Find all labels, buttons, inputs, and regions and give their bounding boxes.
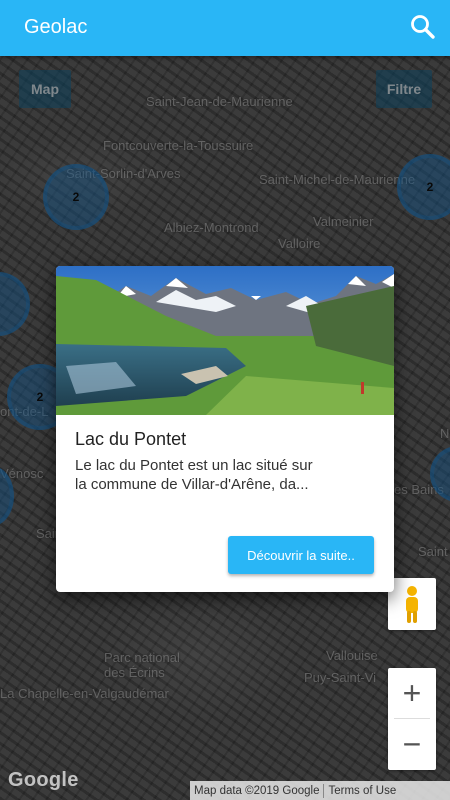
search-icon[interactable] xyxy=(410,14,436,40)
zoom-controls: + − xyxy=(388,668,436,770)
terms-of-use-link[interactable]: Terms of Use xyxy=(324,785,400,797)
zoom-out-button[interactable]: − xyxy=(388,719,436,769)
app-toolbar: Geolac xyxy=(0,0,450,56)
lake-info-dialog: Lac du Pontet Le lac du Pontet est un la… xyxy=(56,266,394,592)
google-logo: Google xyxy=(8,769,79,791)
app-title: Geolac xyxy=(24,16,88,38)
dialog-description: Le lac du Pontet est un lac situé sur la… xyxy=(75,457,313,493)
dialog-title: Lac du Pontet xyxy=(75,429,187,449)
pegman-icon xyxy=(406,586,418,623)
map-attribution: Map data ©2019 Google Terms of Use xyxy=(190,781,450,800)
street-view-button[interactable] xyxy=(388,578,436,630)
zoom-in-button[interactable]: + xyxy=(388,668,436,718)
map-data-text: Map data ©2019 Google xyxy=(194,784,320,797)
lake-photo xyxy=(56,266,394,415)
discover-more-button[interactable]: Découvrir la suite.. xyxy=(228,536,374,574)
